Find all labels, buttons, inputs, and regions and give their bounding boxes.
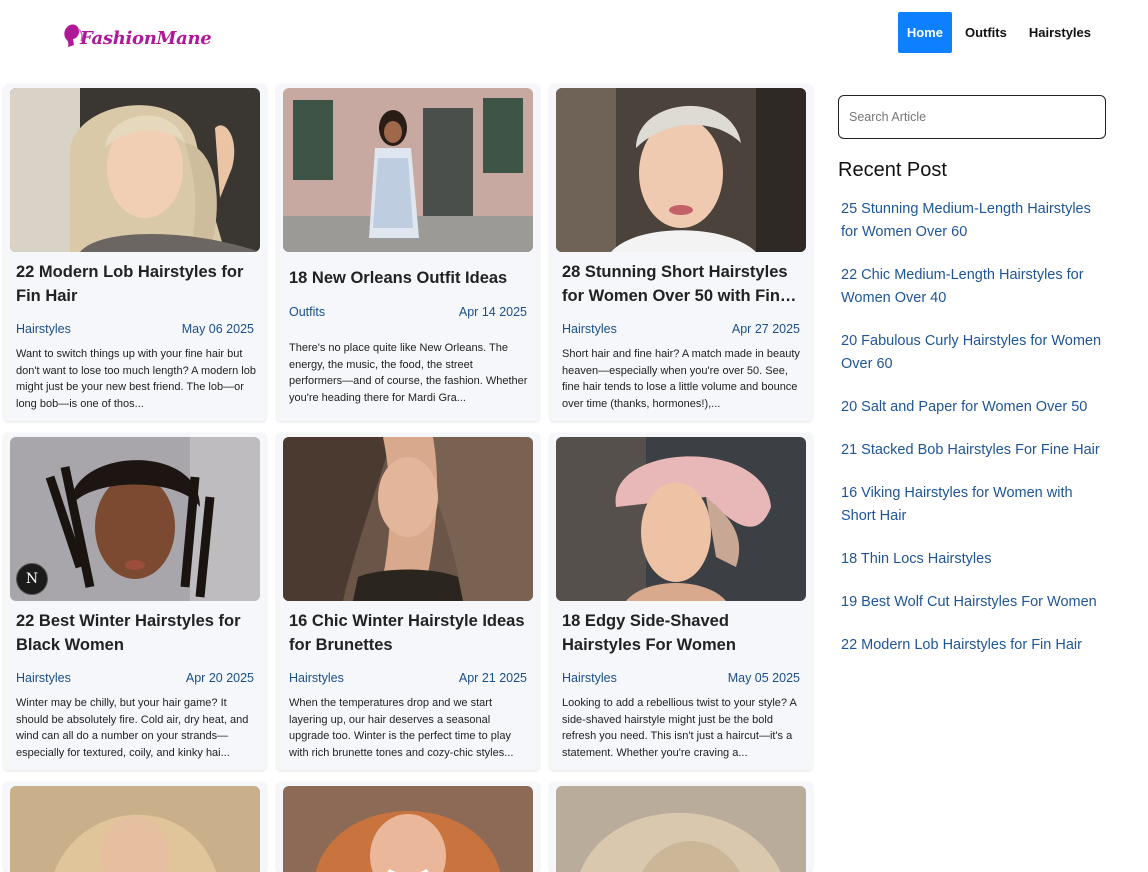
article-category[interactable]: Hairstyles bbox=[16, 322, 71, 336]
article-title[interactable]: 28 Stunning Short Hairstyles for Women O… bbox=[562, 260, 802, 308]
article-image[interactable] bbox=[283, 437, 533, 601]
article-category[interactable]: Outfits bbox=[289, 305, 325, 319]
recent-post-heading: Recent Post bbox=[838, 159, 947, 181]
article-image[interactable] bbox=[556, 786, 806, 872]
article-card[interactable] bbox=[277, 782, 539, 872]
article-meta: Hairstyles Apr 27 2025 bbox=[562, 322, 800, 336]
article-date: May 05 2025 bbox=[727, 671, 800, 685]
recent-post-list: 25 Stunning Medium-Length Hairstyles for… bbox=[838, 198, 1108, 657]
article-date: Apr 14 2025 bbox=[458, 305, 527, 319]
main-nav: Home Outfits Hairstyles bbox=[894, 12, 1100, 53]
article-meta: Hairstyles Apr 20 2025 bbox=[16, 671, 254, 685]
recent-post-link[interactable]: 16 Viking Hairstyles for Women with Shor… bbox=[841, 482, 1103, 528]
site-logo[interactable]: FashionMane bbox=[62, 14, 212, 49]
nav-home[interactable]: Home bbox=[897, 12, 952, 53]
nav-hairstyles[interactable]: Hairstyles bbox=[1020, 12, 1100, 53]
recent-post-link[interactable]: 25 Stunning Medium-Length Hairstyles for… bbox=[841, 198, 1103, 244]
recent-post-link[interactable]: 22 Modern Lob Hairstyles for Fin Hair bbox=[841, 634, 1103, 657]
article-date: Apr 21 2025 bbox=[458, 671, 527, 685]
article-grid: 22 Modern Lob Hairstyles for Fin Hair Ha… bbox=[4, 84, 814, 872]
search-input[interactable] bbox=[838, 95, 1106, 139]
article-excerpt: Short hair and fine hair? A match made i… bbox=[562, 348, 800, 410]
site-header: FashionMane Home Outfits Hairstyles bbox=[0, 0, 1148, 72]
article-card[interactable] bbox=[4, 782, 266, 872]
article-image[interactable] bbox=[556, 437, 806, 601]
article-meta: Hairstyles May 05 2025 bbox=[562, 671, 800, 685]
article-image[interactable] bbox=[283, 786, 533, 872]
article-date: May 06 2025 bbox=[181, 322, 254, 336]
article-card[interactable]: 22 Modern Lob Hairstyles for Fin Hair Ha… bbox=[4, 84, 266, 421]
recent-post-link[interactable]: 19 Best Wolf Cut Hairstyles For Women bbox=[841, 591, 1103, 614]
article-meta: Hairstyles May 06 2025 bbox=[16, 322, 254, 336]
article-title[interactable]: 22 Best Winter Hairstyles for Black Wome… bbox=[16, 609, 256, 657]
recent-post-link[interactable]: 22 Chic Medium-Length Hairstyles for Wom… bbox=[841, 264, 1103, 310]
article-date: Apr 27 2025 bbox=[731, 322, 800, 336]
article-category[interactable]: Hairstyles bbox=[16, 671, 71, 685]
article-title[interactable]: 18 Edgy Side-Shaved Hairstyles For Women bbox=[562, 609, 802, 657]
article-title[interactable]: 16 Chic Winter Hairstyle Ideas for Brune… bbox=[289, 609, 529, 657]
article-excerpt: There's no place quite like New Orleans.… bbox=[289, 342, 528, 404]
article-excerpt: Winter may be chilly, but your hair game… bbox=[16, 697, 249, 759]
article-image[interactable] bbox=[10, 88, 260, 252]
article-meta: Hairstyles Apr 21 2025 bbox=[289, 671, 527, 685]
article-image[interactable] bbox=[283, 88, 533, 252]
article-excerpt: Want to switch things up with your fine … bbox=[16, 348, 256, 410]
article-card[interactable] bbox=[550, 782, 812, 872]
article-meta: Outfits Apr 14 2025 bbox=[289, 305, 527, 319]
recent-post-link[interactable]: 20 Fabulous Curly Hairstyles for Women O… bbox=[841, 330, 1103, 376]
article-category[interactable]: Hairstyles bbox=[289, 671, 344, 685]
article-image[interactable]: N bbox=[10, 437, 260, 601]
recent-post-link[interactable]: 20 Salt and Paper for Women Over 50 bbox=[841, 396, 1103, 419]
article-image[interactable] bbox=[10, 786, 260, 872]
nav-outfits[interactable]: Outfits bbox=[956, 12, 1016, 53]
n-badge-icon[interactable]: N bbox=[16, 563, 48, 595]
site-logo-text: FashionMane bbox=[80, 28, 212, 49]
recent-post-link[interactable]: 18 Thin Locs Hairstyles bbox=[841, 548, 1103, 571]
article-card[interactable]: 28 Stunning Short Hairstyles for Women O… bbox=[550, 84, 812, 421]
article-category[interactable]: Hairstyles bbox=[562, 322, 617, 336]
article-title[interactable]: 18 New Orleans Outfit Ideas bbox=[289, 266, 529, 290]
article-card[interactable]: 16 Chic Winter Hairstyle Ideas for Brune… bbox=[277, 433, 539, 770]
article-date: Apr 20 2025 bbox=[185, 671, 254, 685]
article-image[interactable] bbox=[556, 88, 806, 252]
article-excerpt: Looking to add a rebellious twist to you… bbox=[562, 697, 797, 759]
article-title[interactable]: 22 Modern Lob Hairstyles for Fin Hair bbox=[16, 260, 256, 308]
article-category[interactable]: Hairstyles bbox=[562, 671, 617, 685]
article-card[interactable]: N 22 Best Winter Hairstyles for Black Wo… bbox=[4, 433, 266, 770]
article-card[interactable]: 18 New Orleans Outfit Ideas Outfits Apr … bbox=[277, 84, 539, 421]
article-card[interactable]: 18 Edgy Side-Shaved Hairstyles For Women… bbox=[550, 433, 812, 770]
article-excerpt: When the temperatures drop and we start … bbox=[289, 697, 514, 759]
sidebar: Recent Post 25 Stunning Medium-Length Ha… bbox=[838, 95, 1108, 677]
recent-post-link[interactable]: 21 Stacked Bob Hairstyles For Fine Hair bbox=[841, 439, 1103, 462]
